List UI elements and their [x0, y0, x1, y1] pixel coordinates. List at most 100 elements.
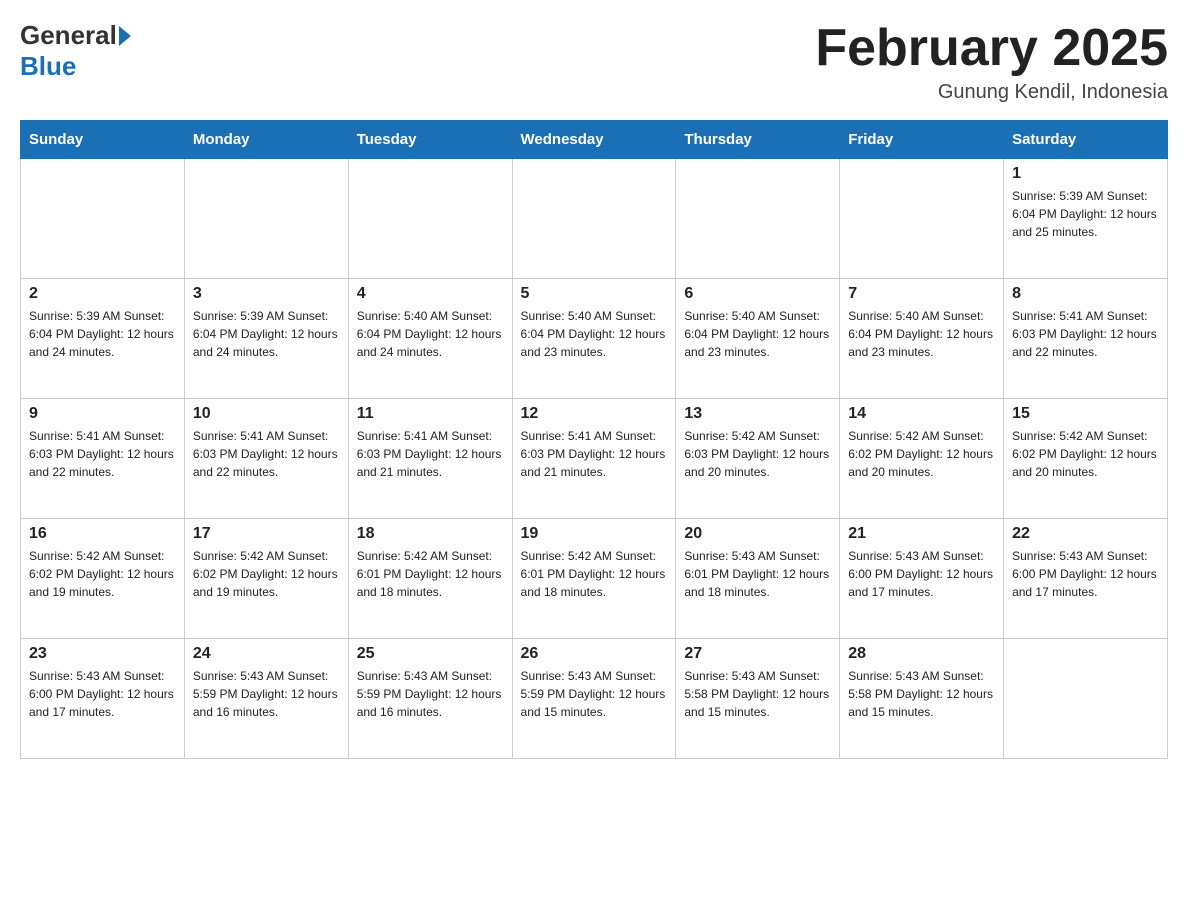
day-info: Sunrise: 5:42 AM Sunset: 6:01 PM Dayligh…	[357, 547, 504, 601]
day-number: 23	[29, 645, 176, 663]
calendar-cell: 13 Sunrise: 5:42 AM Sunset: 6:03 PM Dayli…	[676, 399, 840, 519]
calendar-cell: 27 Sunrise: 5:43 AM Sunset: 5:58 PM Dayli…	[676, 639, 840, 759]
calendar-cell: 6 Sunrise: 5:40 AM Sunset: 6:04 PM Daylig…	[676, 279, 840, 399]
day-number: 25	[357, 645, 504, 663]
weekday-header-friday: Friday	[840, 121, 1004, 159]
calendar-cell: 21Sunrise: 5:43 AM Sunset: 6:00 PM Dayli…	[840, 519, 1004, 639]
title-block: February 2025 Gunung Kendil, Indonesia	[815, 20, 1168, 104]
day-number: 17	[193, 525, 340, 543]
day-info: Sunrise: 5:42 AM Sunset: 6:03 PM Dayligh…	[684, 427, 831, 481]
day-info: Sunrise: 5:41 AM Sunset: 6:03 PM Dayligh…	[193, 427, 340, 481]
calendar-cell: 12 Sunrise: 5:41 AM Sunset: 6:03 PM Dayli…	[512, 399, 676, 519]
day-info: Sunrise: 5:41 AM Sunset: 6:03 PM Dayligh…	[29, 427, 176, 481]
day-info: Sunrise: 5:40 AM Sunset: 6:04 PM Dayligh…	[848, 307, 995, 361]
calendar-cell	[348, 159, 512, 279]
day-info: Sunrise: 5:39 AM Sunset: 6:04 PM Dayligh…	[1012, 187, 1159, 241]
day-info: Sunrise: 5:40 AM Sunset: 6:04 PM Dayligh…	[521, 307, 668, 361]
calendar-cell: 1 Sunrise: 5:39 AM Sunset: 6:04 PM Daylig…	[1004, 159, 1168, 279]
weekday-header-wednesday: Wednesday	[512, 121, 676, 159]
day-number: 16	[29, 525, 176, 543]
calendar-cell: 5 Sunrise: 5:40 AM Sunset: 6:04 PM Daylig…	[512, 279, 676, 399]
calendar-cell: 15Sunrise: 5:42 AM Sunset: 6:02 PM Dayli…	[1004, 399, 1168, 519]
day-info: Sunrise: 5:43 AM Sunset: 5:58 PM Dayligh…	[848, 667, 995, 721]
calendar-cell: 24 Sunrise: 5:43 AM Sunset: 5:59 PM Dayli…	[184, 639, 348, 759]
day-info: Sunrise: 5:41 AM Sunset: 6:03 PM Dayligh…	[357, 427, 504, 481]
weekday-header-saturday: Saturday	[1004, 121, 1168, 159]
calendar-cell: 4 Sunrise: 5:40 AM Sunset: 6:04 PM Daylig…	[348, 279, 512, 399]
calendar-cell: 26 Sunrise: 5:43 AM Sunset: 5:59 PM Dayli…	[512, 639, 676, 759]
calendar-cell: 18 Sunrise: 5:42 AM Sunset: 6:01 PM Dayli…	[348, 519, 512, 639]
day-number: 6	[684, 285, 831, 303]
calendar-cell: 9 Sunrise: 5:41 AM Sunset: 6:03 PM Daylig…	[21, 399, 185, 519]
day-number: 10	[193, 405, 340, 423]
location-label: Gunung Kendil, Indonesia	[815, 81, 1168, 104]
weekday-header-monday: Monday	[184, 121, 348, 159]
calendar-cell	[184, 159, 348, 279]
day-number: 5	[521, 285, 668, 303]
calendar-cell: 11 Sunrise: 5:41 AM Sunset: 6:03 PM Dayli…	[348, 399, 512, 519]
calendar-cell	[1004, 639, 1168, 759]
day-info: Sunrise: 5:42 AM Sunset: 6:02 PM Dayligh…	[29, 547, 176, 601]
calendar-cell: 3Sunrise: 5:39 AM Sunset: 6:04 PM Daylig…	[184, 279, 348, 399]
day-info: Sunrise: 5:43 AM Sunset: 5:58 PM Dayligh…	[684, 667, 831, 721]
logo: General Blue	[20, 20, 133, 82]
day-number: 12	[521, 405, 668, 423]
calendar-cell	[21, 159, 185, 279]
day-number: 26	[521, 645, 668, 663]
day-number: 9	[29, 405, 176, 423]
logo-general-text: General	[20, 20, 117, 51]
day-info: Sunrise: 5:40 AM Sunset: 6:04 PM Dayligh…	[684, 307, 831, 361]
day-number: 24	[193, 645, 340, 663]
weekday-header-thursday: Thursday	[676, 121, 840, 159]
day-number: 1	[1012, 165, 1159, 183]
calendar-cell: 23 Sunrise: 5:43 AM Sunset: 6:00 PM Dayli…	[21, 639, 185, 759]
calendar-cell	[676, 159, 840, 279]
day-info: Sunrise: 5:43 AM Sunset: 6:00 PM Dayligh…	[1012, 547, 1159, 601]
day-info: Sunrise: 5:42 AM Sunset: 6:02 PM Dayligh…	[848, 427, 995, 481]
day-info: Sunrise: 5:43 AM Sunset: 6:01 PM Dayligh…	[684, 547, 831, 601]
calendar-cell: 8 Sunrise: 5:41 AM Sunset: 6:03 PM Daylig…	[1004, 279, 1168, 399]
calendar-cell: 28 Sunrise: 5:43 AM Sunset: 5:58 PM Dayli…	[840, 639, 1004, 759]
day-number: 15	[1012, 405, 1159, 423]
day-info: Sunrise: 5:42 AM Sunset: 6:02 PM Dayligh…	[193, 547, 340, 601]
calendar-cell: 7 Sunrise: 5:40 AM Sunset: 6:04 PM Daylig…	[840, 279, 1004, 399]
day-number: 7	[848, 285, 995, 303]
day-number: 4	[357, 285, 504, 303]
day-number: 18	[357, 525, 504, 543]
day-info: Sunrise: 5:41 AM Sunset: 6:03 PM Dayligh…	[1012, 307, 1159, 361]
calendar-cell: 19Sunrise: 5:42 AM Sunset: 6:01 PM Dayli…	[512, 519, 676, 639]
day-number: 8	[1012, 285, 1159, 303]
logo-arrow-icon	[119, 26, 131, 46]
month-title: February 2025	[815, 20, 1168, 77]
calendar-cell	[840, 159, 1004, 279]
calendar-cell: 16 Sunrise: 5:42 AM Sunset: 6:02 PM Dayli…	[21, 519, 185, 639]
calendar-cell: 10 Sunrise: 5:41 AM Sunset: 6:03 PM Dayli…	[184, 399, 348, 519]
day-number: 28	[848, 645, 995, 663]
day-info: Sunrise: 5:43 AM Sunset: 5:59 PM Dayligh…	[357, 667, 504, 721]
calendar-table: SundayMondayTuesdayWednesdayThursdayFrid…	[20, 120, 1168, 759]
day-info: Sunrise: 5:39 AM Sunset: 6:04 PM Dayligh…	[29, 307, 176, 361]
day-info: Sunrise: 5:43 AM Sunset: 6:00 PM Dayligh…	[29, 667, 176, 721]
day-info: Sunrise: 5:43 AM Sunset: 5:59 PM Dayligh…	[193, 667, 340, 721]
page-header: General Blue February 2025 Gunung Kendil…	[20, 20, 1168, 104]
calendar-cell: 25 Sunrise: 5:43 AM Sunset: 5:59 PM Dayli…	[348, 639, 512, 759]
calendar-header: SundayMondayTuesdayWednesdayThursdayFrid…	[21, 121, 1168, 159]
day-info: Sunrise: 5:41 AM Sunset: 6:03 PM Dayligh…	[521, 427, 668, 481]
day-number: 22	[1012, 525, 1159, 543]
calendar-cell: 14Sunrise: 5:42 AM Sunset: 6:02 PM Dayli…	[840, 399, 1004, 519]
calendar-cell: 17 Sunrise: 5:42 AM Sunset: 6:02 PM Dayli…	[184, 519, 348, 639]
day-number: 13	[684, 405, 831, 423]
day-info: Sunrise: 5:42 AM Sunset: 6:01 PM Dayligh…	[521, 547, 668, 601]
day-number: 3	[193, 285, 340, 303]
day-info: Sunrise: 5:43 AM Sunset: 5:59 PM Dayligh…	[521, 667, 668, 721]
day-number: 11	[357, 405, 504, 423]
day-number: 20	[684, 525, 831, 543]
calendar-cell: 2 Sunrise: 5:39 AM Sunset: 6:04 PM Daylig…	[21, 279, 185, 399]
day-number: 27	[684, 645, 831, 663]
day-info: Sunrise: 5:40 AM Sunset: 6:04 PM Dayligh…	[357, 307, 504, 361]
calendar-cell	[512, 159, 676, 279]
weekday-header-sunday: Sunday	[21, 121, 185, 159]
calendar-cell: 20 Sunrise: 5:43 AM Sunset: 6:01 PM Dayli…	[676, 519, 840, 639]
day-number: 2	[29, 285, 176, 303]
calendar-cell: 22 Sunrise: 5:43 AM Sunset: 6:00 PM Dayli…	[1004, 519, 1168, 639]
